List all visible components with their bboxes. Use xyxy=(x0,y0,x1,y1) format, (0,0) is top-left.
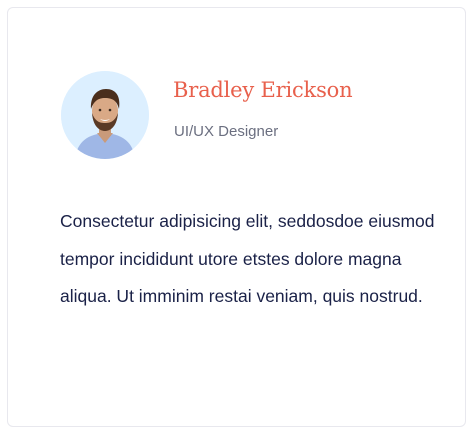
testimonial-quote: Consectetur adipisicing elit, seddosdoe … xyxy=(60,211,435,306)
person-name: Bradley Erickson xyxy=(173,78,353,102)
testimonial-card: Bradley Erickson UI/UX Designer Consecte… xyxy=(7,7,466,427)
avatar xyxy=(61,71,149,159)
person-avatar-icon xyxy=(61,71,149,159)
person-role: UI/UX Designer xyxy=(174,123,279,140)
